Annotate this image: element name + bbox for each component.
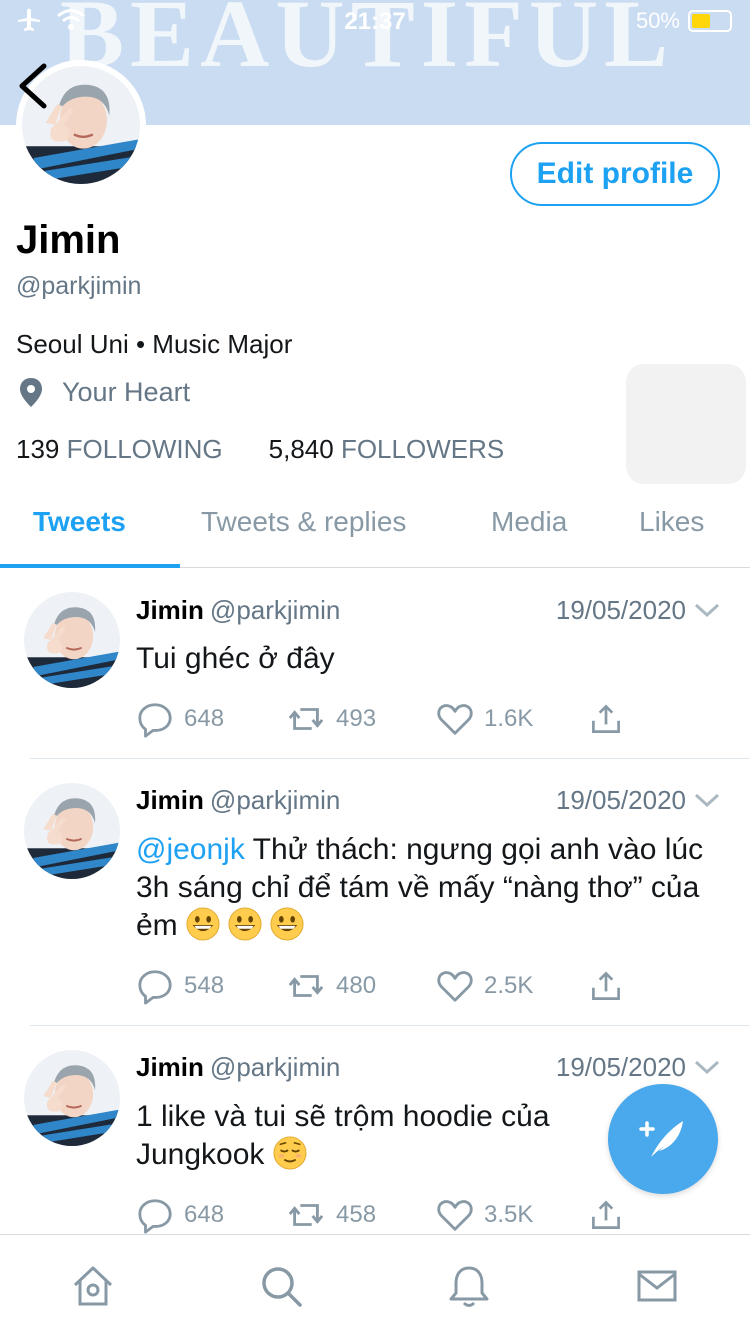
bottom-navigation [0, 1234, 750, 1334]
reply-button[interactable]: 648 [136, 1196, 224, 1234]
retweet-button[interactable]: 480 [286, 967, 376, 1005]
tweet-text: 1 like và tui sẽ trộm hoodie của Jungkoo… [136, 1098, 596, 1174]
share-icon [588, 967, 624, 1005]
like-count: 1.6K [484, 705, 534, 732]
tweet-date: 19/05/2020 [555, 1052, 686, 1082]
tweet-avatar[interactable] [24, 592, 120, 688]
like-count: 2.5K [484, 972, 534, 999]
profile-tabs: Tweets Tweets & replies Media Likes [0, 490, 750, 568]
battery-fill [692, 14, 710, 28]
chevron-down-icon[interactable] [694, 792, 720, 808]
followers-stat[interactable]: 5,840 FOLLOWERS [269, 434, 505, 465]
messages-icon[interactable] [634, 1263, 680, 1309]
heart-icon [436, 967, 474, 1005]
tweet-header: Jimin @parkjimin [136, 1052, 340, 1083]
grinning-face-emoji [228, 907, 262, 941]
reply-count: 648 [184, 705, 225, 732]
followers-label: FOLLOWERS [340, 434, 505, 464]
like-count: 3.5K [484, 1201, 534, 1228]
tweet-text: @jeonjk Thử thách: ngưng gọi anh vào lúc… [136, 831, 706, 945]
tweet-author-handle: @parkjimin [209, 785, 341, 815]
reply-icon [136, 967, 174, 1005]
following-stat[interactable]: 139 FOLLOWING [16, 434, 223, 465]
retweet-count: 458 [336, 1201, 377, 1228]
share-button[interactable] [588, 967, 624, 1005]
chevron-down-icon[interactable] [694, 1059, 720, 1075]
like-button[interactable]: 2.5K [436, 967, 533, 1005]
reply-button[interactable]: 648 [136, 700, 224, 738]
tweet-author-name: Jimin [136, 785, 204, 815]
floating-assistive-touch[interactable] [626, 364, 746, 484]
retweet-icon [286, 700, 326, 738]
tweet-text: Tui ghéc ở đây [136, 642, 335, 675]
retweet-icon [286, 1196, 326, 1234]
reply-count: 648 [184, 1201, 225, 1228]
tweet-item[interactable]: Jimin @parkjimin 19/05/2020 Tui ghéc ở đâ… [0, 568, 750, 758]
following-label: FOLLOWING [66, 434, 223, 464]
grinning-face-emoji [270, 907, 304, 941]
notifications-icon[interactable] [446, 1263, 492, 1309]
retweet-count: 493 [336, 705, 377, 732]
share-icon [588, 700, 624, 738]
tweet-header: Jimin @parkjimin [136, 785, 340, 816]
tweet-actions: 648 458 3.5K [136, 1196, 636, 1234]
back-arrow-icon[interactable] [14, 62, 54, 110]
profile-location: Your Heart [16, 376, 190, 408]
retweet-button[interactable]: 458 [286, 1196, 376, 1234]
chevron-down-icon[interactable] [694, 602, 720, 618]
like-button[interactable]: 1.6K [436, 700, 533, 738]
tweet-avatar[interactable] [24, 783, 120, 879]
battery-icon [688, 10, 732, 32]
status-right: 50% [636, 8, 732, 34]
share-button[interactable] [588, 1196, 624, 1234]
following-count: 139 [16, 434, 60, 464]
tweet-item[interactable]: Jimin @parkjimin 19/05/2020 @jeonjk Thử t… [0, 759, 750, 1025]
tweet-header: Jimin @parkjimin [136, 595, 340, 626]
edit-profile-button[interactable]: Edit profile [510, 142, 720, 206]
status-bar: 21:37 50% [0, 0, 750, 40]
compose-tweet-button[interactable] [608, 1084, 718, 1194]
relieved-face-emoji [273, 1136, 307, 1170]
retweet-icon [286, 967, 326, 1005]
profile-bio: Seoul Uni • Music Major [16, 329, 293, 359]
search-icon[interactable] [258, 1263, 304, 1309]
tweet-avatar[interactable] [24, 1050, 120, 1146]
profile-name: Jimin [16, 218, 121, 262]
tab-media[interactable]: Media [491, 506, 567, 538]
followers-count: 5,840 [268, 434, 334, 464]
share-icon [588, 1196, 624, 1234]
tweet-actions: 648 493 1.6K [136, 700, 636, 740]
location-text: Your Heart [62, 376, 191, 407]
follow-stats: 139 FOLLOWING 5,840 FOLLOWERS [16, 434, 504, 465]
heart-icon [436, 700, 474, 738]
tab-tweets-replies[interactable]: Tweets & replies [201, 506, 406, 538]
tweet-text-content: 1 like và tui sẽ trộm hoodie của Jungkoo… [136, 1100, 550, 1171]
feather-plus-icon [639, 1121, 683, 1157]
grinning-face-emoji [186, 907, 220, 941]
retweet-button[interactable]: 493 [286, 700, 376, 738]
tweet-author-handle: @parkjimin [209, 595, 341, 625]
retweet-count: 480 [336, 972, 377, 999]
heart-icon [436, 1196, 474, 1234]
tweet-author-name: Jimin [136, 595, 204, 625]
tweet-date: 19/05/2020 [555, 595, 686, 625]
battery-percent: 50% [635, 8, 680, 33]
reply-icon [136, 700, 174, 738]
tweet-actions: 548 480 2.5K [136, 967, 636, 1007]
location-pin-icon [20, 378, 42, 407]
tweet-mention[interactable]: @jeonjk [136, 833, 245, 866]
tab-tweets[interactable]: Tweets [33, 506, 126, 538]
reply-button[interactable]: 548 [136, 967, 224, 1005]
tweet-date: 19/05/2020 [555, 785, 686, 815]
reply-icon [136, 1196, 174, 1234]
tab-likes[interactable]: Likes [639, 506, 704, 538]
like-button[interactable]: 3.5K [436, 1196, 533, 1234]
share-button[interactable] [588, 700, 624, 738]
tweet-author-handle: @parkjimin [209, 1052, 341, 1082]
home-icon[interactable] [70, 1263, 116, 1309]
reply-count: 548 [184, 972, 225, 999]
tweet-author-name: Jimin [136, 1052, 204, 1082]
profile-handle: @parkjimin [16, 272, 142, 300]
